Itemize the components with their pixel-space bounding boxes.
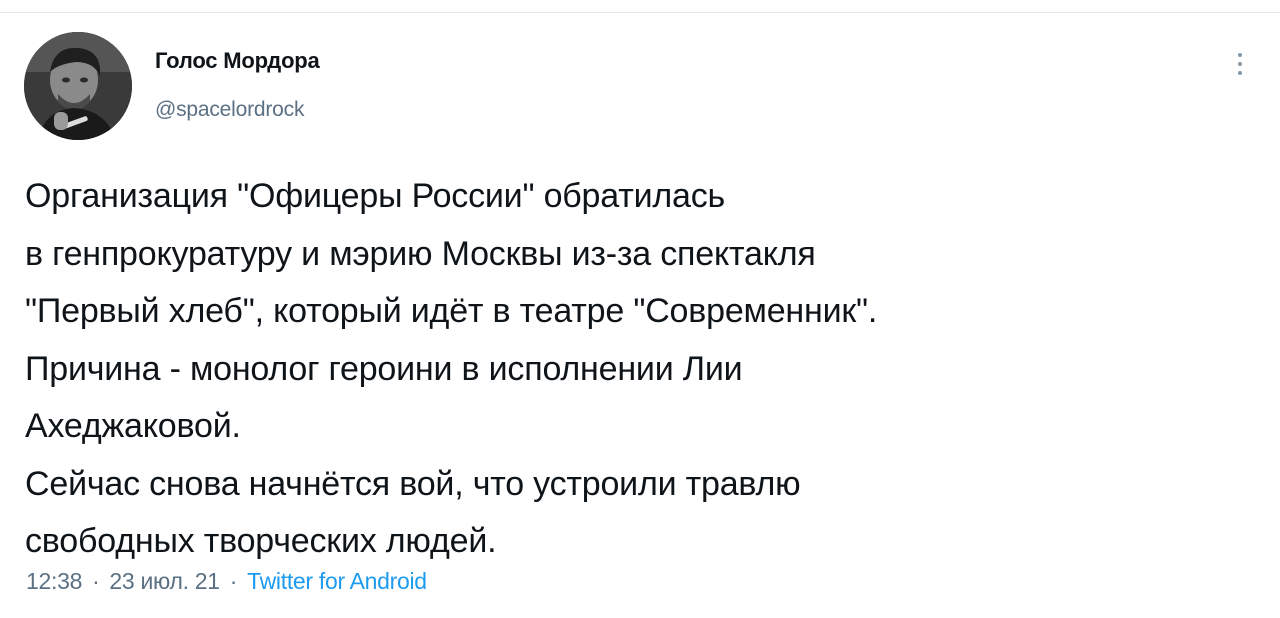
tweet-text-line: в генпрокуратуру и мэрию Москвы из-за сп… (25, 234, 816, 273)
tweet-date[interactable]: 23 июл. 21 (109, 568, 220, 594)
tweet-text-line: "Первый хлеб", который идёт в театре "Со… (25, 292, 878, 330)
tweet-text-line: свободных творческих людей. (25, 522, 497, 560)
author-handle[interactable]: @spacelordrock (155, 98, 304, 122)
meta-separator: · (92, 568, 100, 594)
more-options-button[interactable] (1226, 46, 1254, 82)
tweet-time[interactable]: 12:38 (26, 568, 82, 594)
top-divider (0, 12, 1280, 13)
tweet-text-line: Ахеджаковой. (25, 407, 241, 445)
tweet-text-line: Организация "Офицеры России" обратилась (25, 177, 726, 215)
more-vertical-icon (1238, 53, 1242, 75)
avatar[interactable] (24, 32, 132, 140)
tweet-text-line: Причина - монолог героини в исполнении Л… (25, 349, 743, 388)
author-name[interactable]: Голос Мордора (155, 48, 320, 74)
meta-separator: · (229, 568, 238, 594)
tweet-source-link[interactable]: Twitter for Android (247, 568, 427, 594)
profile-photo-icon (24, 32, 132, 140)
tweet-meta: 12:38 · 23 июл. 21 · Twitter for Android (26, 568, 427, 595)
tweet-text: Организация "Офицеры России" обратилась … (25, 168, 1255, 571)
tweet-text-line: Сейчас снова начнётся вой, что устроили … (25, 464, 801, 503)
tweet-card: Голос Мордора @spacelordrock Организация… (0, 0, 1280, 618)
